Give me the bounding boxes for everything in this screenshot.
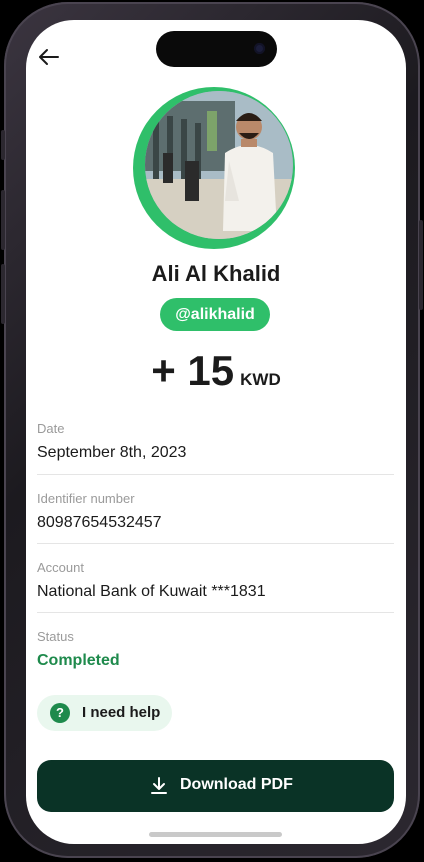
status-value: Completed — [37, 652, 120, 669]
detail-value: 80987654532457 — [37, 514, 162, 531]
divider — [37, 543, 394, 544]
dynamic-island — [156, 31, 277, 67]
detail-date: Date September 8th, 2023 — [37, 421, 394, 462]
power-button — [419, 220, 423, 310]
detail-label: Identifier number — [37, 491, 135, 506]
camera-icon — [254, 43, 265, 54]
detail-status: Status Completed — [37, 629, 394, 670]
detail-value: September 8th, 2023 — [37, 444, 187, 461]
avatar — [145, 91, 293, 239]
detail-label: Account — [37, 560, 84, 575]
help-button[interactable]: ? I need help — [37, 695, 172, 731]
screen: Ali Al Khalid @alikhalid + 15 KWD Date Se… — [26, 20, 406, 844]
amount-value: + 15 — [151, 347, 235, 394]
transaction-amount: + 15 KWD — [26, 347, 406, 395]
amount-currency: KWD — [240, 370, 281, 389]
action-button — [1, 130, 5, 160]
download-icon — [150, 776, 168, 796]
detail-label: Date — [37, 421, 65, 436]
divider — [37, 612, 394, 613]
question-circle-icon: ? — [50, 703, 70, 723]
download-label: Download PDF — [180, 776, 293, 793]
home-indicator — [149, 832, 282, 837]
user-name: Ali Al Khalid — [151, 261, 281, 286]
avatar-ring — [133, 87, 295, 249]
detail-account: Account National Bank of Kuwait ***1831 — [37, 560, 394, 601]
download-pdf-button[interactable]: Download PDF — [37, 760, 394, 812]
user-handle-badge: @alikhalid — [160, 298, 270, 331]
detail-identifier: Identifier number 80987654532457 — [37, 491, 394, 532]
detail-value: National Bank of Kuwait ***1831 — [37, 583, 266, 600]
back-arrow-icon[interactable] — [36, 46, 62, 68]
detail-label: Status — [37, 629, 74, 644]
phone-frame: Ali Al Khalid @alikhalid + 15 KWD Date Se… — [1, 2, 423, 858]
volume-down-button — [1, 264, 5, 324]
help-label: I need help — [82, 704, 161, 721]
divider — [37, 474, 394, 475]
volume-up-button — [1, 190, 5, 250]
